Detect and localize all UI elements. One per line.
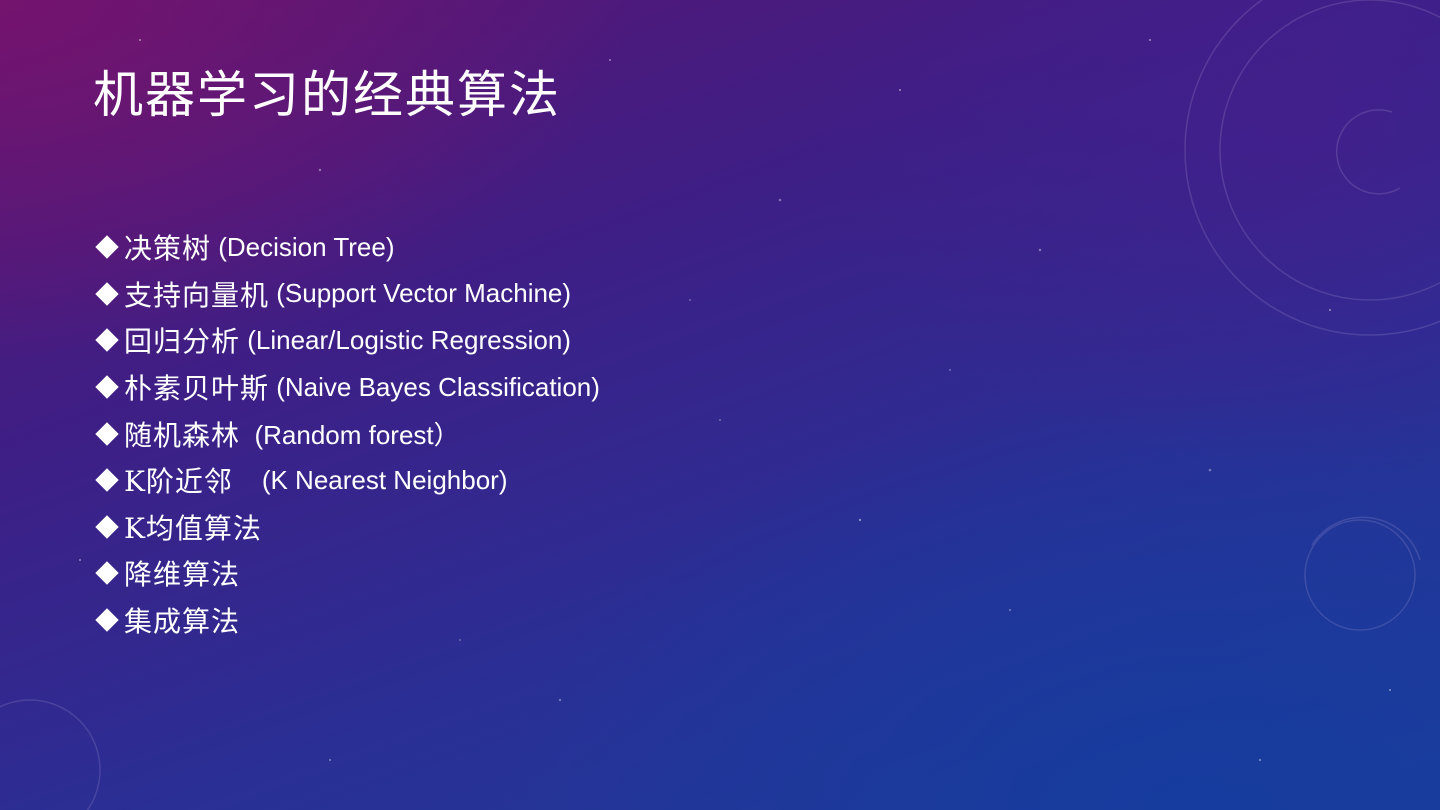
diamond-icon bbox=[95, 421, 119, 446]
list-item: 支持向量机 (Support Vector Machine) bbox=[93, 271, 600, 318]
item-chinese-label: 回归分析 bbox=[124, 325, 241, 359]
item-chinese-label: 降维算法 bbox=[124, 558, 241, 592]
list-item: 随机森林 (Random forest） bbox=[93, 410, 600, 457]
item-english-label: (Naive Bayes Classification) bbox=[269, 371, 600, 402]
list-item: 集成算法 bbox=[93, 597, 600, 644]
item-english-label: (Random forest） bbox=[240, 420, 460, 451]
diamond-icon bbox=[95, 375, 119, 399]
item-english-label: (K Nearest Neighbor) bbox=[232, 464, 508, 495]
list-item: 决策树 (Decision Tree) bbox=[93, 224, 600, 271]
list-item: 回归分析 (Linear/Logistic Regression) bbox=[93, 317, 600, 364]
diamond-icon bbox=[95, 608, 119, 632]
item-chinese-label: 朴素贝叶斯 bbox=[124, 372, 270, 406]
item-english-label: (Decision Tree) bbox=[211, 231, 395, 262]
diamond-icon bbox=[95, 328, 119, 353]
diamond-icon bbox=[95, 561, 119, 586]
item-english-label: (Support Vector Machine) bbox=[269, 278, 572, 309]
diamond-icon bbox=[95, 282, 119, 306]
slide: 机器学习的经典算法 决策树 (Decision Tree) 支持向量机 (Supp… bbox=[0, 0, 1440, 810]
item-chinese-label: 决策树 bbox=[124, 232, 212, 266]
diamond-icon bbox=[95, 235, 119, 260]
item-chinese-label: K阶近邻 bbox=[124, 465, 233, 499]
algorithm-list: 决策树 (Decision Tree) 支持向量机 (Support Vector… bbox=[93, 224, 600, 643]
list-item: K阶近邻 (K Nearest Neighbor) bbox=[93, 457, 600, 504]
slide-title: 机器学习的经典算法 bbox=[93, 66, 561, 124]
item-chinese-label: K均值算法 bbox=[124, 511, 262, 545]
diamond-icon bbox=[95, 468, 119, 492]
list-item: 朴素贝叶斯 (Naive Bayes Classification) bbox=[93, 364, 600, 411]
item-chinese-label: 支持向量机 bbox=[124, 278, 270, 312]
item-chinese-label: 集成算法 bbox=[124, 605, 241, 639]
list-item: 降维算法 bbox=[93, 550, 600, 597]
list-item: K均值算法 bbox=[93, 504, 600, 551]
diamond-icon bbox=[95, 515, 119, 539]
item-chinese-label: 随机森林 bbox=[124, 418, 241, 452]
item-english-label: (Linear/Logistic Regression) bbox=[240, 324, 571, 355]
